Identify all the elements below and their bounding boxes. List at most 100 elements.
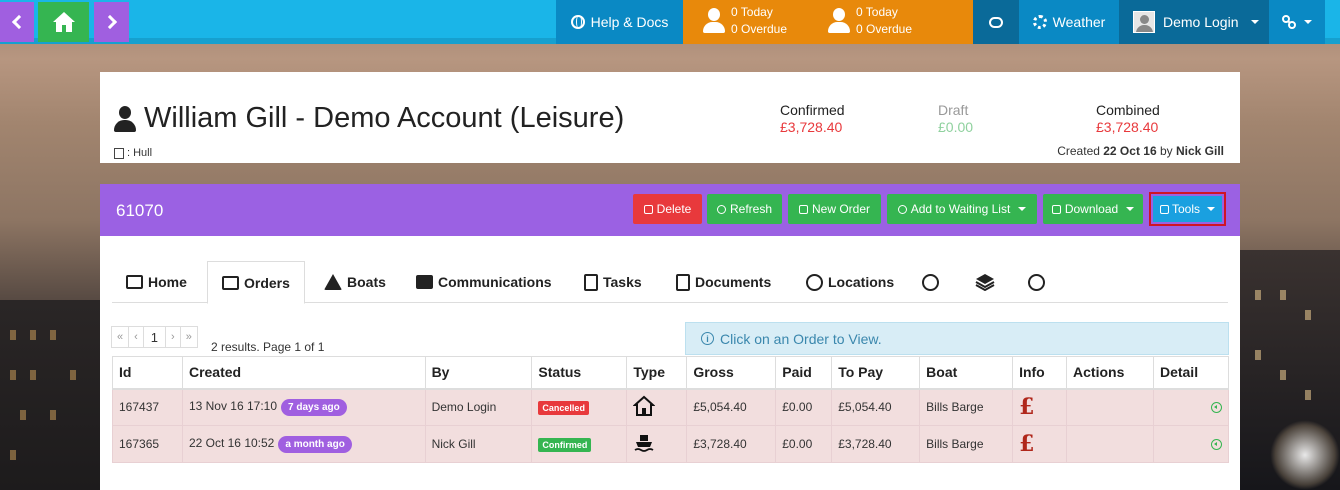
tab-locations-label: Locations <box>828 274 895 290</box>
col-to-pay[interactable]: To Pay <box>831 356 921 390</box>
back-button[interactable] <box>0 2 34 42</box>
table-row[interactable]: 167437 13 Nov 16 17:10 7 days ago Demo Lo… <box>112 388 1230 426</box>
status-badge: Confirmed <box>538 437 592 452</box>
tab-boats-label: Boats <box>347 274 386 290</box>
clock-icon <box>922 273 939 291</box>
new-order-button[interactable]: New Order <box>788 194 881 224</box>
confirmed-total: Confirmed £3,728.40 <box>780 102 845 136</box>
download-button[interactable]: Download <box>1043 194 1143 224</box>
created-datetime: 13 Nov 16 17:10 <box>188 398 278 413</box>
links-menu[interactable] <box>1269 0 1325 44</box>
cell-created: 22 Oct 16 10:52 a month ago <box>181 425 426 463</box>
basket-icon <box>222 275 239 290</box>
comments-icon <box>416 275 433 289</box>
house-icon <box>633 395 656 416</box>
page-next[interactable]: › <box>165 326 181 348</box>
created-by: Nick Gill <box>1175 144 1224 158</box>
alerts-today: 0 Today <box>856 5 898 19</box>
cell-id: 167365 <box>112 425 183 463</box>
tab-tasks[interactable]: Tasks <box>584 261 642 303</box>
delete-button[interactable]: Delete <box>633 194 702 224</box>
tab-orders[interactable]: Orders <box>207 261 305 304</box>
combined-label: Combined <box>1096 102 1160 118</box>
chat-button[interactable] <box>973 0 1019 44</box>
draft-total: Draft £0.00 <box>938 102 973 136</box>
col-paid[interactable]: Paid <box>775 356 833 390</box>
clipboard-icon <box>584 273 598 291</box>
tasks-counter[interactable]: 0 Today 0 Overdue <box>701 4 787 38</box>
forward-button[interactable] <box>94 2 129 42</box>
help-docs-button[interactable]: Help & Docs <box>556 0 683 44</box>
cell-info: £ <box>1012 388 1068 426</box>
created-date: 22 Oct 16 <box>1103 144 1157 158</box>
waiting-list-button[interactable]: Add to Waiting List <box>887 194 1037 224</box>
cell-by: Demo Login <box>424 388 533 426</box>
created-info: Created 22 Oct 16 by Nick Gill <box>1057 144 1224 158</box>
location-label: : Hull <box>127 147 153 159</box>
background-light <box>1270 420 1340 490</box>
tab-layers[interactable] <box>975 261 995 303</box>
col-actions[interactable]: Actions <box>1066 356 1154 390</box>
building-icon <box>114 147 124 159</box>
alerts-counter[interactable]: 0 Today 0 Overdue <box>826 4 912 38</box>
new-order-label: New Order <box>811 202 870 216</box>
draft-value: £0.00 <box>938 119 974 135</box>
account-header: William Gill - Demo Account (Leisure) : … <box>100 72 1240 163</box>
chevron-right-icon <box>102 14 117 30</box>
detail-arrow-icon[interactable] <box>1211 438 1222 450</box>
payment-icon[interactable]: £ <box>1019 394 1034 420</box>
tab-communications[interactable]: Communications <box>416 261 552 303</box>
background-building-left <box>0 300 100 490</box>
col-type[interactable]: Type <box>626 356 688 390</box>
user-menu[interactable]: Demo Login <box>1119 0 1269 44</box>
col-info[interactable]: Info <box>1012 356 1068 390</box>
tab-locations[interactable]: Locations <box>806 261 894 303</box>
cell-info: £ <box>1012 425 1068 463</box>
created-prefix: Created <box>1057 144 1104 158</box>
tab-home[interactable]: Home <box>126 261 187 303</box>
col-created[interactable]: Created <box>181 356 426 390</box>
page-prev[interactable]: ‹ <box>128 326 144 348</box>
refresh-label: Refresh <box>729 202 773 216</box>
age-badge: a month ago <box>278 435 352 453</box>
col-by[interactable]: By <box>424 356 533 390</box>
page-last[interactable]: » <box>179 326 198 348</box>
layers-icon <box>975 274 995 291</box>
pagination-info: 2 results. Page 1 of 1 <box>211 340 325 354</box>
waiting-list-label: Add to Waiting List <box>910 202 1011 216</box>
col-id[interactable]: Id <box>112 356 183 390</box>
weather-button[interactable]: Weather <box>1019 0 1119 44</box>
refresh-button[interactable]: Refresh <box>707 194 782 224</box>
download-label: Download <box>1064 202 1119 216</box>
chat-icon <box>989 16 1003 28</box>
col-status[interactable]: Status <box>531 356 628 390</box>
col-boat[interactable]: Boat <box>919 356 1014 390</box>
head-icon <box>1028 273 1045 291</box>
tab-history[interactable] <box>922 261 939 303</box>
col-gross[interactable]: Gross <box>686 356 777 390</box>
tools-label: Tools <box>1171 202 1200 216</box>
counters-panel: 0 Today 0 Overdue 0 Today 0 Overdue <box>683 0 973 44</box>
cell-detail <box>1152 425 1230 463</box>
tab-documents[interactable]: Documents <box>676 261 771 303</box>
confirmed-value: £3,728.40 <box>780 119 843 135</box>
tab-profile[interactable] <box>1028 261 1045 303</box>
created-datetime: 22 Oct 16 10:52 <box>188 435 275 450</box>
col-detail[interactable]: Detail <box>1152 356 1230 390</box>
tab-communications-label: Communications <box>438 274 552 290</box>
home-button[interactable] <box>38 2 89 42</box>
page-first[interactable]: « <box>111 326 130 348</box>
tools-button[interactable]: Tools <box>1153 196 1222 222</box>
info-alert: i Click on an Order to View. <box>685 322 1229 355</box>
confirmed-label: Confirmed <box>780 102 845 118</box>
tab-boats[interactable]: Boats <box>324 261 386 303</box>
detail-arrow-icon[interactable] <box>1211 401 1222 413</box>
payment-icon[interactable]: £ <box>1019 431 1034 457</box>
table-row[interactable]: 167365 22 Oct 16 10:52 a month ago Nick G… <box>112 425 1230 463</box>
boat-icon <box>634 434 654 452</box>
page-current[interactable]: 1 <box>142 326 167 348</box>
cell-status: Cancelled <box>531 388 628 426</box>
alerts-overdue: 0 Overdue <box>856 22 913 36</box>
cell-gross: £5,054.40 <box>686 388 777 426</box>
cell-created: 13 Nov 16 17:10 7 days ago <box>181 388 426 426</box>
